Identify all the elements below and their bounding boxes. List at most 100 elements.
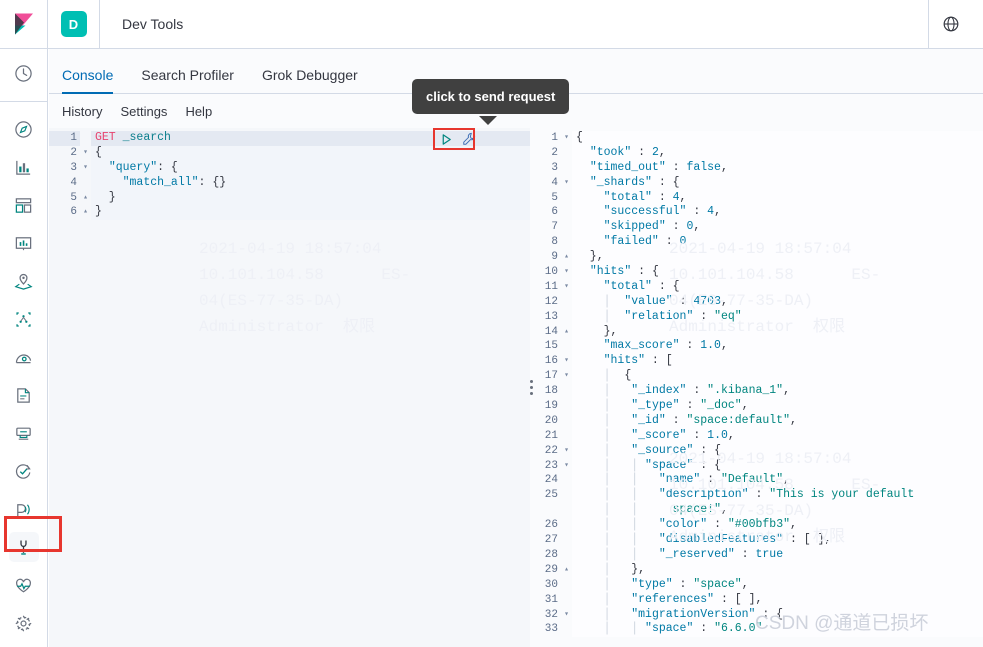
token-punct: , — [679, 190, 687, 204]
code-line: 16 ▾ "hits" : [ — [530, 354, 983, 370]
token-punct: : { — [651, 175, 680, 189]
sidebar-item-dev-tools[interactable] — [0, 528, 48, 566]
fold-toggle[interactable]: ▾ — [561, 443, 572, 459]
code-line: 24 │ │ "name" : "Default", — [530, 473, 983, 489]
token-punct: , — [714, 205, 721, 219]
fold-toggle[interactable]: ▾ — [561, 354, 572, 370]
fold-toggle[interactable]: ▴ — [80, 190, 91, 206]
wrench-dev-tools-icon — [20, 539, 27, 555]
sidebar-item-canvas[interactable] — [0, 224, 48, 262]
token-punct: }, — [576, 250, 604, 264]
sidebar-item-dashboard[interactable] — [0, 186, 48, 224]
globe-button[interactable] — [929, 0, 973, 48]
sidebar-item-siem[interactable] — [0, 490, 48, 528]
fold-toggle[interactable]: ▴ — [561, 324, 572, 340]
tab-search-profiler[interactable]: Search Profiler — [141, 67, 234, 93]
sidebar-item-recently-viewed[interactable] — [0, 54, 48, 92]
fold-toggle[interactable]: ▴ — [80, 205, 91, 221]
token-punct: : — [679, 339, 701, 353]
code-line: 22 ▾ │ "_source" : { — [530, 443, 983, 459]
fold-toggle[interactable]: ▾ — [561, 369, 572, 385]
line-text: { — [572, 131, 983, 146]
sidebar-item-infrastructure[interactable] — [0, 338, 48, 376]
code-line: 11 ▾ "total" : { — [530, 279, 983, 295]
open-documentation-button[interactable] — [459, 131, 479, 147]
code-line: 6 "successful" : 4, — [530, 205, 983, 221]
token-key: "description" — [658, 488, 749, 502]
request-editor-lines[interactable]: 1 GET _search 2 ▾{3 ▾ "query": {4 "match_all… — [49, 128, 530, 647]
tab-console[interactable]: Console — [62, 67, 114, 94]
vertical-drag-handle-icon — [529, 380, 533, 395]
code-line: 1 ▾ { — [530, 131, 983, 146]
sidebar-item-machine-learning[interactable] — [0, 300, 48, 338]
fold-toggle[interactable]: ▾ — [561, 131, 572, 146]
token-punct: : — [686, 205, 708, 219]
request-editor-pane[interactable]: 1 GET _search 2 ▾{3 ▾ "query": {4 "match_all… — [49, 128, 530, 647]
code-line: 25 │ │ "description" : "This is your def… — [530, 488, 983, 504]
token-key: "references" — [631, 592, 715, 606]
fold-toggle[interactable]: ▾ — [561, 458, 572, 474]
token-key: "value" — [624, 294, 673, 308]
response-editor-pane[interactable]: 1 ▾{2 "took" : 2, 3 "timed_out" : false, 4 ▾… — [530, 128, 983, 647]
sidebar-item-management[interactable] — [0, 604, 48, 642]
fold-toggle — [561, 205, 572, 221]
send-request-play-button[interactable] — [435, 131, 457, 147]
fold-toggle[interactable]: ▾ — [561, 279, 572, 295]
fold-toggle[interactable]: ▾ — [561, 175, 572, 191]
fold-toggle[interactable]: ▴ — [561, 562, 572, 578]
line-text: │ "_score" : 1.0, — [572, 428, 983, 444]
response-editor-lines[interactable]: 1 ▾{2 "took" : 2, 3 "timed_out" : false, 4 ▾… — [530, 128, 983, 647]
token-punct: , — [790, 413, 797, 427]
sidebar-item-logs[interactable] — [0, 376, 48, 414]
kibana-logo-button[interactable] — [0, 0, 48, 48]
sidebar-item-uptime[interactable] — [0, 452, 48, 490]
fold-toggle — [561, 428, 572, 444]
line-number: 12 — [530, 294, 561, 310]
token-key: "failed" — [603, 235, 659, 249]
token-punct: : { — [157, 160, 178, 174]
fold-toggle[interactable]: ▴ — [561, 250, 572, 266]
token-guide: │ — [603, 607, 611, 621]
line-number: 21 — [530, 428, 561, 444]
code-line: 23 ▾ │ │ "space" : { — [530, 458, 983, 474]
line-number — [530, 503, 561, 519]
subnav-help[interactable]: Help — [185, 104, 212, 119]
line-number: 32 — [530, 607, 561, 623]
fold-toggle[interactable]: ▾ — [80, 145, 91, 161]
tab-grok-debugger[interactable]: Grok Debugger — [262, 67, 358, 93]
sidebar-item-apm[interactable] — [0, 414, 48, 452]
line-text: { — [91, 145, 530, 161]
line-number: 9 — [530, 250, 561, 266]
fold-toggle[interactable]: ▾ — [80, 160, 91, 176]
fold-toggle[interactable]: ▾ — [561, 265, 572, 280]
code-line: 13 │ "relation" : "eq" — [530, 309, 983, 325]
line-number: 27 — [530, 533, 561, 548]
sidebar-item-maps[interactable] — [0, 262, 48, 300]
sidebar-item-discover[interactable] — [0, 110, 48, 148]
sidebar-item-stack-monitoring[interactable] — [0, 566, 48, 604]
line-text: │ { — [572, 369, 983, 385]
editor-split-handle[interactable] — [528, 128, 534, 647]
token-str: ".kibana_1" — [707, 384, 784, 398]
fold-toggle[interactable]: ▾ — [561, 607, 572, 623]
line-number: 6 — [49, 205, 80, 221]
line-text: │ │ "color" : "#00bfb3", — [572, 518, 983, 534]
subnav-settings[interactable]: Settings — [120, 104, 167, 119]
subnav-history[interactable]: History — [62, 104, 102, 119]
token-key: "total" — [603, 279, 652, 293]
sidebar-item-visualize[interactable] — [0, 148, 48, 186]
code-line: 8 "failed" : 0 — [530, 235, 983, 251]
